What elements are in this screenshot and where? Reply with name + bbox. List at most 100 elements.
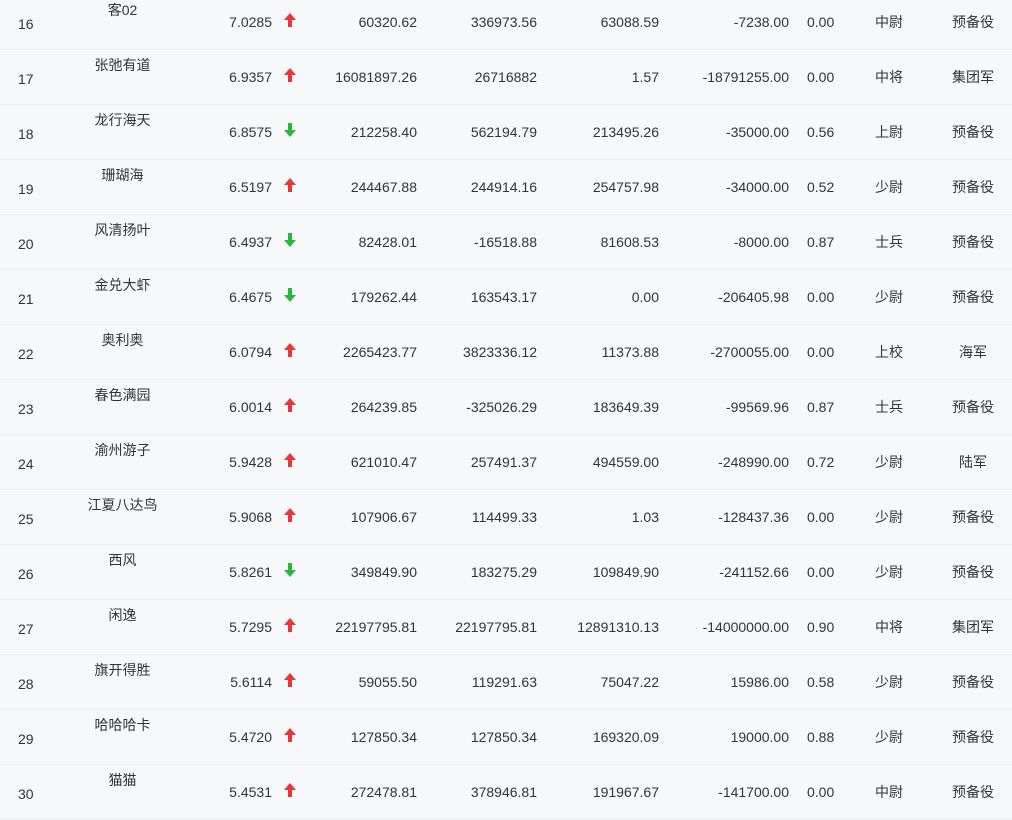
ratio-value: 0.00 (807, 14, 835, 30)
ratio-value: 0.00 (807, 509, 835, 525)
value-col-3: 183649.39 (592, 399, 659, 415)
table-row[interactable]: 16 客02 7.0285 60320.62 336973.56 63088.59 -723… (0, 0, 1012, 50)
arrow-up-icon (283, 618, 297, 632)
table-row[interactable]: 23 春色满园 6.0014 264239.85 -325026.29 183649.39… (0, 380, 1012, 435)
rank-number: 26 (18, 566, 34, 582)
value-col-3: 11373.88 (601, 344, 659, 360)
value-col-4: -35000.00 (725, 124, 789, 140)
rank-number: 22 (18, 346, 34, 362)
value-col-4: -248990.00 (718, 454, 789, 470)
user-name: 奥利奥 (101, 332, 144, 348)
unit-badge: 预备役 (952, 234, 994, 250)
value-col-2: 119291.63 (471, 674, 537, 690)
table-row[interactable]: 28 旗开得胜 5.6114 59055.50 119291.63 75047.22 159… (0, 655, 1012, 710)
user-name: 客02 (107, 2, 138, 18)
table-row[interactable]: 22 奥利奥 6.0794 2265423.77 3823336.12 11373.88 -… (0, 325, 1012, 380)
unit-badge: 预备役 (952, 289, 994, 305)
rank-number: 23 (18, 401, 34, 417)
value-col-4: -18791255.00 (702, 69, 789, 85)
military-rank: 中尉 (875, 14, 903, 30)
arrow-down-icon (283, 123, 297, 137)
value-col-2: 3823336.12 (463, 344, 537, 360)
table-row[interactable]: 30 猫猫 5.4531 272478.81 378946.81 191967.67 -14… (0, 765, 1012, 820)
value-col-3: 75047.22 (600, 674, 659, 690)
score-value: 5.9068 (229, 509, 272, 525)
arrow-up-icon (283, 178, 297, 192)
value-col-4: -206405.98 (718, 289, 789, 305)
rank-number: 21 (18, 291, 34, 307)
table-row[interactable]: 20 风清扬叶 6.4937 82428.01 -16518.88 81608.53 -80… (0, 215, 1012, 270)
ratio-value: 0.00 (807, 344, 835, 360)
user-name: 张弛有道 (94, 57, 151, 73)
table-row[interactable]: 24 渝州游子 5.9428 621010.47 257491.37 494559.00 -… (0, 435, 1012, 490)
arrow-up-icon (283, 728, 297, 742)
value-col-2: 26716882 (474, 69, 537, 85)
arrow-up-icon (283, 673, 297, 687)
arrow-up-icon (283, 13, 297, 27)
ratio-value: 0.58 (807, 674, 835, 690)
ratio-value: 0.90 (807, 619, 835, 635)
value-col-1: 60320.62 (358, 14, 417, 30)
ratio-value: 0.00 (807, 784, 835, 800)
score-value: 7.0285 (229, 14, 272, 30)
military-rank: 少尉 (875, 509, 903, 525)
value-col-1: 82428.01 (358, 234, 417, 250)
table-row[interactable]: 21 金兑大虾 6.4675 179262.44 163543.17 0.00 -20640… (0, 270, 1012, 325)
score-value: 5.9428 (229, 454, 272, 470)
rank-number: 20 (18, 236, 34, 252)
score-value: 5.6114 (230, 674, 272, 690)
value-col-4: -241152.66 (719, 564, 789, 580)
value-col-2: 244914.16 (470, 179, 537, 195)
table-row[interactable]: 18 龙行海天 6.8575 212258.40 562194.79 213495.26 -… (0, 105, 1012, 160)
user-name: 风清扬叶 (94, 222, 151, 238)
table-row[interactable]: 27 闲逸 5.7295 22197795.81 22197795.81 12891310… (0, 600, 1012, 655)
table-row[interactable]: 19 珊瑚海 6.5197 244467.88 244914.16 254757.98 -3… (0, 160, 1012, 215)
unit-badge: 预备役 (952, 729, 994, 745)
value-col-3: 12891310.13 (577, 619, 659, 635)
unit-badge: 陆军 (959, 454, 987, 470)
arrow-up-icon (283, 508, 297, 522)
value-col-4: -7238.00 (733, 14, 789, 30)
user-name: 哈哈哈卡 (94, 717, 151, 733)
score-value: 5.4720 (229, 729, 272, 745)
arrow-up-icon (283, 783, 297, 797)
table-row[interactable]: 25 江夏八达鸟 5.9068 107906.67 114499.33 1.03 -1284… (0, 490, 1012, 545)
value-col-4: -128437.36 (718, 509, 789, 525)
user-name: 西风 (108, 552, 137, 568)
value-col-3: 1.03 (631, 509, 659, 525)
military-rank: 士兵 (875, 399, 903, 415)
military-rank: 少尉 (875, 179, 903, 195)
user-name: 猫猫 (108, 772, 137, 788)
value-col-1: 272478.81 (350, 784, 417, 800)
value-col-2: -16518.88 (473, 234, 537, 250)
military-rank: 少尉 (875, 729, 903, 745)
rank-number: 18 (18, 126, 34, 142)
military-rank: 中将 (875, 69, 903, 85)
rank-number: 28 (18, 676, 34, 692)
unit-badge: 预备役 (952, 674, 994, 690)
value-col-3: 213495.26 (592, 124, 659, 140)
user-name: 金兑大虾 (94, 277, 151, 293)
ratio-value: 0.00 (807, 564, 835, 580)
value-col-1: 22197795.81 (335, 619, 417, 635)
value-col-1: 244467.88 (350, 179, 417, 195)
unit-badge: 预备役 (952, 784, 994, 800)
rank-number: 27 (18, 621, 34, 637)
table-row[interactable]: 29 哈哈哈卡 5.4720 127850.34 127850.34 169320.09 1… (0, 710, 1012, 765)
value-col-2: 562194.79 (470, 124, 537, 140)
table-row[interactable]: 17 张弛有道 6.9357 16081897.26 26716882 1.57 -1879… (0, 50, 1012, 105)
user-name: 龙行海天 (94, 112, 151, 128)
rank-number: 19 (18, 181, 34, 197)
table-row[interactable]: 26 西风 5.8261 349849.90 183275.29 109849.90 -24… (0, 545, 1012, 600)
value-col-4: -8000.00 (733, 234, 789, 250)
score-value: 6.0794 (229, 344, 272, 360)
value-col-4: -2700055.00 (710, 344, 789, 360)
value-col-4: -99569.96 (725, 399, 789, 415)
arrow-up-icon (283, 398, 297, 412)
arrow-down-icon (283, 288, 297, 302)
unit-badge: 集团军 (952, 69, 994, 85)
score-value: 6.4675 (229, 289, 272, 305)
user-name: 旗开得胜 (94, 662, 151, 678)
user-name: 珊瑚海 (101, 167, 144, 183)
unit-badge: 预备役 (952, 399, 994, 415)
